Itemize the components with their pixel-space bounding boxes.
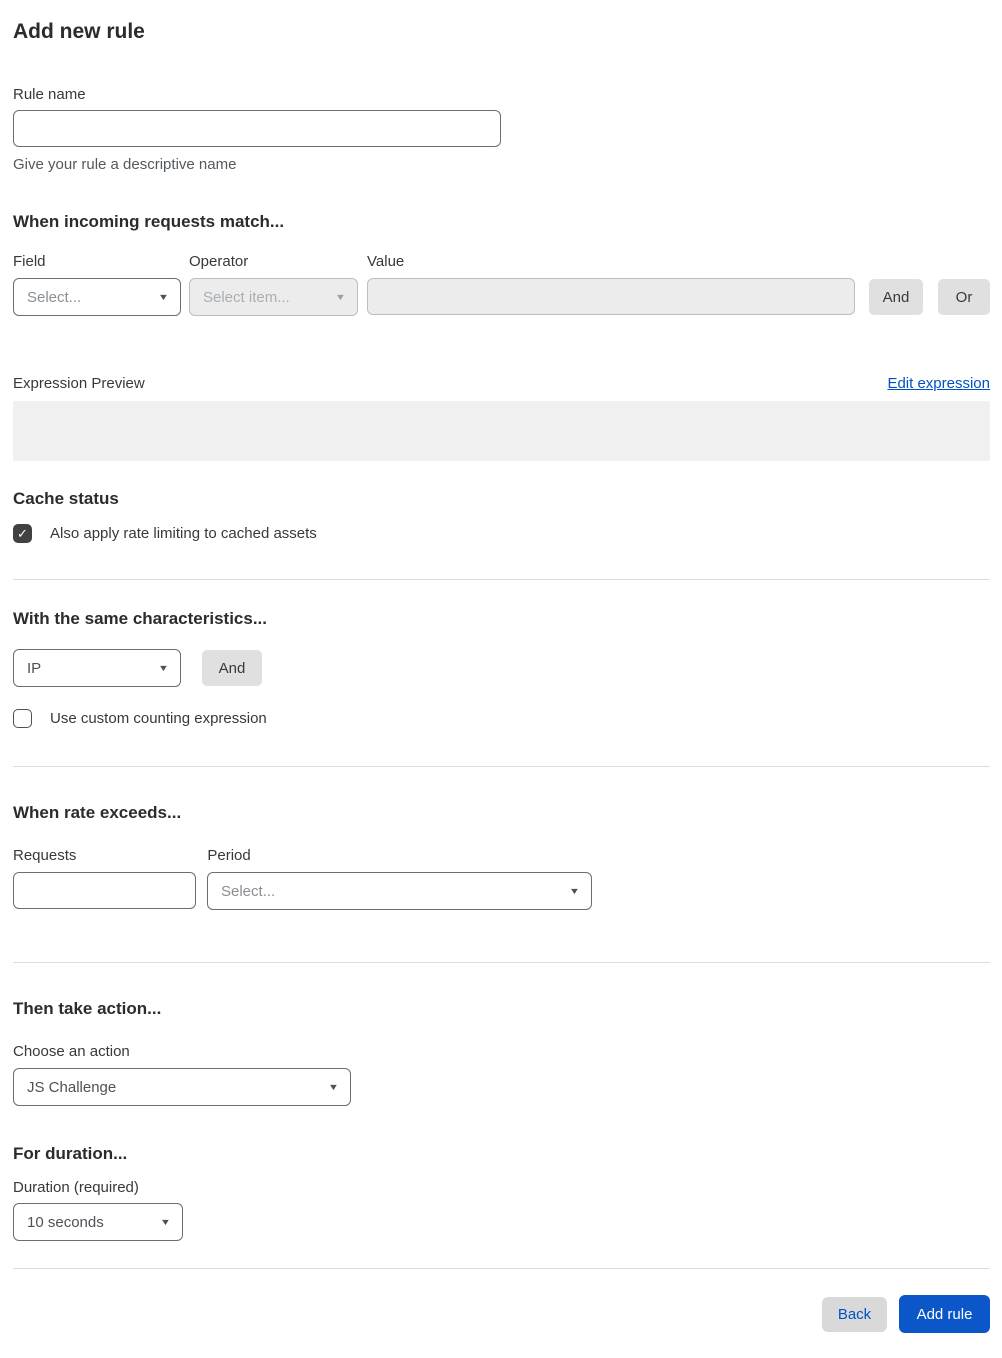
characteristic-and-button[interactable]: And (202, 650, 262, 686)
footer-divider (13, 1268, 990, 1269)
rule-name-label: Rule name (13, 86, 86, 103)
action-heading: Then take action... (13, 999, 162, 1018)
rule-name-helper: Give your rule a descriptive name (13, 156, 237, 173)
cache-status-heading: Cache status (13, 489, 119, 508)
chevron-down-icon: ▼ (157, 292, 170, 302)
period-select-value: Select... (221, 882, 276, 900)
expression-preview-label: Expression Preview (13, 375, 145, 392)
custom-counting-checkbox[interactable] (13, 709, 32, 728)
requests-input[interactable] (13, 872, 196, 909)
operator-label: Operator (189, 253, 249, 270)
duration-select[interactable]: 10 seconds ▼ (13, 1203, 183, 1241)
characteristic-select[interactable]: IP ▼ (13, 649, 181, 687)
chevron-down-icon: ▼ (334, 292, 347, 302)
rule-name-input[interactable] (13, 110, 501, 147)
period-label: Period (207, 847, 251, 864)
field-label: Field (13, 253, 46, 270)
section-divider (13, 579, 990, 580)
expression-preview-box (13, 401, 990, 461)
match-section-heading: When incoming requests match... (13, 212, 285, 231)
characteristics-heading: With the same characteristics... (13, 609, 268, 628)
custom-counting-checkbox-label: Use custom counting expression (50, 710, 267, 727)
duration-select-value: 10 seconds (27, 1213, 104, 1231)
cached-assets-checkbox[interactable]: ✓ (13, 524, 32, 543)
chevron-down-icon: ▼ (327, 1082, 340, 1092)
check-icon: ✓ (17, 525, 28, 541)
action-select-value: JS Challenge (27, 1078, 117, 1096)
field-select[interactable]: Select... ▼ (13, 278, 181, 316)
duration-label: Duration (required) (13, 1179, 139, 1196)
requests-label: Requests (13, 847, 77, 864)
period-select[interactable]: Select... ▼ (207, 872, 592, 910)
action-label: Choose an action (13, 1043, 130, 1060)
duration-heading: For duration... (13, 1144, 128, 1163)
value-label: Value (367, 253, 405, 270)
operator-select: Select item... ▼ (189, 278, 358, 316)
add-rule-button[interactable]: Add rule (899, 1295, 990, 1333)
rate-heading: When rate exceeds... (13, 803, 182, 822)
section-divider (13, 766, 990, 767)
field-select-value: Select... (27, 288, 82, 306)
action-select[interactable]: JS Challenge ▼ (13, 1068, 351, 1106)
chevron-down-icon: ▼ (159, 1217, 172, 1227)
page-title: Add new rule (13, 20, 145, 43)
and-button[interactable]: And (869, 279, 923, 315)
or-button[interactable]: Or (938, 279, 990, 315)
chevron-down-icon: ▼ (157, 663, 170, 673)
characteristic-select-value: IP (27, 659, 42, 677)
cached-assets-checkbox-label: Also apply rate limiting to cached asset… (50, 525, 317, 542)
back-button[interactable]: Back (822, 1296, 887, 1332)
operator-select-value: Select item... (203, 288, 290, 306)
chevron-down-icon: ▼ (568, 886, 581, 896)
edit-expression-link[interactable]: Edit expression (887, 375, 990, 392)
section-divider (13, 962, 990, 963)
value-input (367, 278, 855, 315)
add-rule-form: Add new rule Rule name Give your rule a … (0, 18, 1002, 1333)
